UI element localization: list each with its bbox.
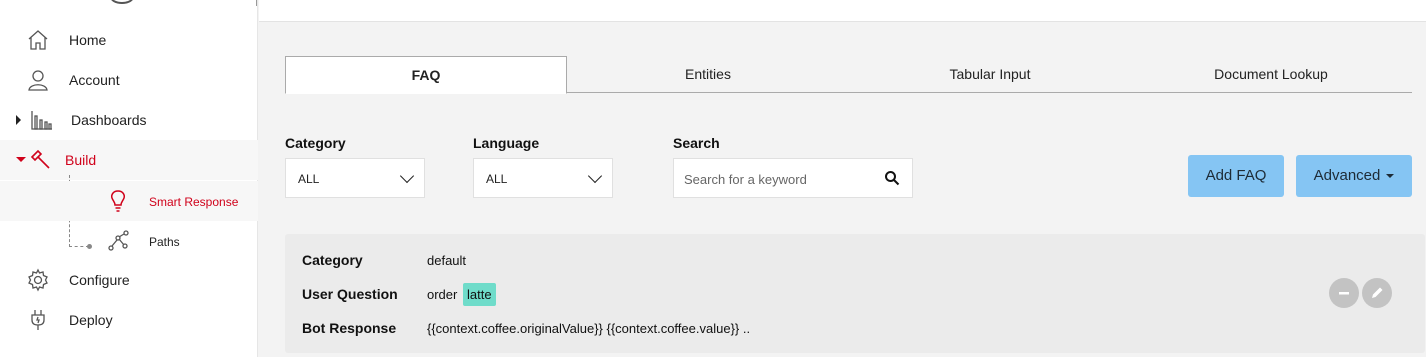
hammer-icon [30,149,50,169]
category-label: Category [285,135,346,151]
home-icon [28,30,48,50]
top-bar [259,0,1426,22]
category-select[interactable]: ALL [285,158,425,198]
logo-icon [110,0,134,4]
sidebar: Home Account Dashboards Build Smart Resp… [0,0,258,357]
user-icon [28,70,48,91]
sidebar-item-dashboards[interactable]: Dashboards [0,100,258,140]
category-select-value: ALL [298,172,320,186]
sidebar-item-label: Build [65,152,97,168]
edit-button[interactable] [1362,278,1392,308]
sidebar-item-home[interactable]: Home [0,20,258,60]
search-icon[interactable] [884,170,900,186]
add-faq-button[interactable]: Add FAQ [1188,155,1284,197]
entity-highlight: latte [462,283,496,306]
add-faq-label: Add FAQ [1205,167,1267,184]
tab-entities[interactable]: Entities [567,56,849,93]
caret-right-icon[interactable] [16,115,21,125]
sidebar-item-build[interactable]: Build [0,140,258,180]
sidebar-item-deploy[interactable]: Deploy [0,300,258,340]
path-icon [108,230,129,251]
sidebar-item-label: Dashboards [71,112,147,128]
search-box [673,158,913,198]
tab-document-lookup[interactable]: Document Lookup [1130,56,1412,93]
sidebar-item-paths[interactable]: Paths [0,221,258,261]
pencil-icon [1372,287,1383,298]
advanced-dropdown-button[interactable]: Advanced [1296,155,1412,197]
sidebar-item-configure[interactable]: Configure [0,260,258,300]
user-question-value: order latte [427,283,496,306]
remove-button[interactable] [1329,278,1359,308]
bot-response-value: {{context.coffee.originalValue}} {{conte… [427,321,751,336]
tab-tabular-input[interactable]: Tabular Input [849,56,1131,93]
search-input[interactable] [684,169,874,189]
sidebar-item-label: Configure [69,272,130,288]
sidebar-item-smart-response[interactable]: Smart Response [0,181,258,221]
user-question-key: User Question [302,286,398,302]
lightbulb-icon [111,190,125,212]
question-text: order [427,287,458,302]
category-key: Category [302,252,363,268]
faq-card: Category default User Question order lat… [285,234,1425,353]
sidebar-item-label: Home [69,32,107,48]
advanced-label: Advanced [1313,167,1381,184]
gear-icon [28,268,48,292]
chevron-down-icon [587,168,603,184]
language-select-value: ALL [486,172,508,186]
language-select[interactable]: ALL [473,158,613,198]
caret-down-icon[interactable] [16,157,26,162]
bar-chart-icon [31,111,52,130]
sidebar-item-label: Account [69,72,120,88]
language-label: Language [473,135,540,151]
divider [256,0,257,6]
tab-faq[interactable]: FAQ [285,56,567,94]
caret-down-icon [1386,174,1395,179]
search-label: Search [673,135,720,151]
sidebar-item-label: Smart Response [149,195,239,209]
plug-icon [31,310,45,330]
category-value: default [427,253,467,268]
sidebar-item-label: Paths [149,235,180,249]
chevron-down-icon [399,168,415,184]
bot-response-key: Bot Response [302,320,397,336]
sidebar-item-label: Deploy [69,312,113,328]
sidebar-item-account[interactable]: Account [0,60,258,100]
minus-icon [1339,292,1349,295]
tab-bar: FAQ Entities Tabular Input Document Look… [285,56,1412,94]
